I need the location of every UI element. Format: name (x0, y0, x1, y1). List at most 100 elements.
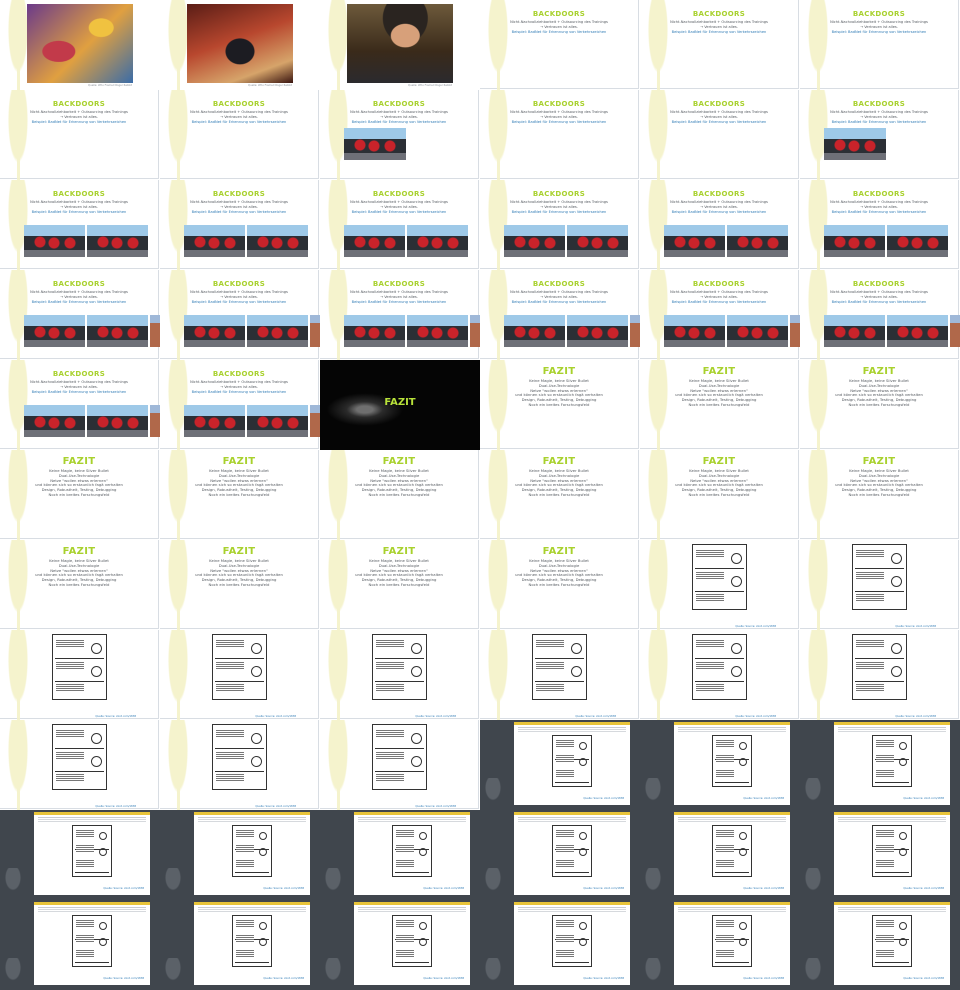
body-line-link[interactable]: Beispiel: BadNet für Erkennung von Verke… (174, 300, 304, 305)
slide-thumbnail[interactable]: BACKDOORS Nicht-Nachvollziehbarkeit + Out… (160, 360, 320, 450)
body-line-link[interactable]: Beispiel: BadNet für Erkennung von Verke… (814, 300, 944, 305)
slide-thumbnail[interactable]: BACKDOORS Nicht-Nachvollziehbarkeit + Out… (480, 90, 640, 180)
slide-thumbnail[interactable]: FAZIT Keine Magie, keine Silver Bullet Dua… (800, 450, 960, 540)
slide-thumbnail[interactable]: Quelle: Source: xkcd.com/1838 (800, 810, 960, 900)
body-line-link[interactable]: Beispiel: BadNet für Erkennung von Verke… (14, 300, 144, 305)
slide-thumbnail[interactable]: BACKDOORS Nicht-Nachvollziehbarkeit + Out… (0, 360, 160, 450)
body-line-link[interactable]: Beispiel: BadNet für Erkennung von Verke… (174, 120, 304, 125)
slide-thumbnail[interactable]: Quelle: Source: xkcd.com/1838 (160, 810, 320, 900)
slide-thumbnail[interactable]: BACKDOORS Nicht-Nachvollziehbarkeit + Out… (480, 270, 640, 360)
slide-thumbnail[interactable]: BACKDOORS Nicht-Nachvollziehbarkeit + Out… (800, 180, 960, 270)
body-line-link[interactable]: Beispiel: BadNet für Erkennung von Verke… (494, 30, 624, 35)
image-source-link[interactable]: Quelle: Source: xkcd.com/1838 (263, 977, 304, 980)
slide-thumbnail[interactable]: Quelle: Source: xkcd.com/1838 (320, 900, 480, 990)
image-source-link[interactable]: Quelle: Source: xkcd.com/1838 (895, 625, 936, 628)
slide-thumbnail[interactable]: Quelle: Source: xkcd.com/1838 (320, 630, 480, 720)
slide-thumbnail[interactable]: FAZIT Keine Magie, keine Silver Bullet Dua… (320, 540, 480, 630)
image-source-link[interactable]: Quelle: Source: xkcd.com/1838 (735, 625, 776, 628)
slide-thumbnail[interactable]: BACKDOORS Nicht-Nachvollziehbarkeit + Out… (320, 90, 480, 180)
body-line-link[interactable]: Beispiel: BadNet für Erkennung von Verke… (654, 300, 784, 305)
image-source-link[interactable]: Quelle: Source: xkcd.com/1838 (743, 797, 784, 800)
body-line-link[interactable]: Beispiel: BadNet für Erkennung von Verke… (334, 120, 464, 125)
slide-thumbnail[interactable]: Quelle: Source: xkcd.com/1838 (480, 630, 640, 720)
image-source-link[interactable]: Quelle: Source: xkcd.com/1838 (903, 797, 944, 800)
slide-thumbnail[interactable]: Quelle: Source: xkcd.com/1838 (800, 900, 960, 990)
slide-thumbnail[interactable]: BACKDOORS Nicht-Nachvollziehbarkeit + Out… (640, 180, 800, 270)
body-line-link[interactable]: Beispiel: BadNet für Erkennung von Verke… (654, 210, 784, 215)
image-source-link[interactable]: Quelle: Source: xkcd.com/1838 (95, 715, 136, 718)
body-line-link[interactable]: Beispiel: BadNet für Erkennung von Verke… (14, 390, 144, 395)
slide-thumbnail[interactable]: Quelle: Source: xkcd.com/1838 (320, 810, 480, 900)
slide-thumbnail[interactable]: Quelle: Source: xkcd.com/1838 (640, 900, 800, 990)
slide-thumbnail[interactable]: FAZIT (320, 360, 480, 450)
slide-thumbnail[interactable]: Quelle: Source: xkcd.com/1838 (640, 810, 800, 900)
slide-thumbnail[interactable]: FAZIT Keine Magie, keine Silver Bullet Dua… (0, 450, 160, 540)
slide-thumbnail[interactable]: Quelle: Source: xkcd.com/1838 (800, 630, 960, 720)
slide-thumbnail[interactable]: Quelle: Source: xkcd.com/1838 (0, 720, 160, 810)
slide-thumbnail[interactable]: BACKDOORS Nicht-Nachvollziehbarkeit + Out… (640, 0, 800, 90)
body-line-link[interactable]: Beispiel: BadNet für Erkennung von Verke… (494, 120, 624, 125)
slide-thumbnail[interactable]: FAZIT Keine Magie, keine Silver Bullet Dua… (640, 360, 800, 450)
slide-thumbnail[interactable]: FAZIT Keine Magie, keine Silver Bullet Dua… (480, 540, 640, 630)
slide-thumbnail[interactable]: BACKDOORS Nicht-Nachvollziehbarkeit + Out… (320, 270, 480, 360)
slide-thumbnail[interactable]: BACKDOORS Nicht-Nachvollziehbarkeit + Out… (800, 270, 960, 360)
image-source-link[interactable]: Quelle: Source: xkcd.com/1838 (903, 887, 944, 890)
slide-thumbnail[interactable]: Quelle: Source: xkcd.com/1838 (0, 630, 160, 720)
image-source-link[interactable]: Quelle: Source: xkcd.com/1838 (743, 977, 784, 980)
slide-thumbnail[interactable]: Quelle: Source: xkcd.com/1838 (480, 810, 640, 900)
image-source-link[interactable]: Quelle: Source: xkcd.com/1838 (575, 715, 616, 718)
slide-thumbnail[interactable]: FAZIT Keine Magie, keine Silver Bullet Dua… (160, 450, 320, 540)
body-line-link[interactable]: Beispiel: BadNet für Erkennung von Verke… (814, 210, 944, 215)
image-source-link[interactable]: Quelle: Source: xkcd.com/1838 (735, 715, 776, 718)
slide-thumbnail[interactable]: Quelle: Source: xkcd.com/1838 (160, 630, 320, 720)
image-source-link[interactable]: Quelle: Source: xkcd.com/1838 (903, 977, 944, 980)
image-source-link[interactable]: Quelle: Source: xkcd.com/1838 (103, 887, 144, 890)
slide-thumbnail[interactable]: BACKDOORS Nicht-Nachvollziehbarkeit + Out… (160, 180, 320, 270)
slide-thumbnail[interactable]: Quelle: Source: xkcd.com/1838 (800, 720, 960, 810)
slide-thumbnail[interactable]: Quelle: Who Framed Roger Rabbit (160, 0, 320, 90)
body-line-link[interactable]: Beispiel: BadNet für Erkennung von Verke… (174, 390, 304, 395)
slide-thumbnail[interactable]: Quelle: Source: xkcd.com/1838 (320, 720, 480, 810)
slide-thumbnail[interactable]: BACKDOORS Nicht-Nachvollziehbarkeit + Out… (320, 180, 480, 270)
slide-thumbnail[interactable]: BACKDOORS Nicht-Nachvollziehbarkeit + Out… (160, 270, 320, 360)
slide-thumbnail[interactable]: BACKDOORS Nicht-Nachvollziehbarkeit + Out… (800, 0, 960, 90)
slide-thumbnail[interactable]: Quelle: Who Framed Roger Rabbit (0, 0, 160, 90)
slide-thumbnail[interactable]: FAZIT Keine Magie, keine Silver Bullet Dua… (0, 540, 160, 630)
body-line-link[interactable]: Beispiel: BadNet für Erkennung von Verke… (334, 300, 464, 305)
body-line-link[interactable]: Beispiel: BadNet für Erkennung von Verke… (654, 120, 784, 125)
image-source-link[interactable]: Quelle: Source: xkcd.com/1838 (415, 805, 456, 808)
image-source-link[interactable]: Quelle: Source: xkcd.com/1838 (583, 797, 624, 800)
slide-thumbnail[interactable]: BACKDOORS Nicht-Nachvollziehbarkeit + Out… (0, 270, 160, 360)
slide-thumbnail[interactable]: BACKDOORS Nicht-Nachvollziehbarkeit + Out… (480, 180, 640, 270)
slide-thumbnail[interactable]: FAZIT Keine Magie, keine Silver Bullet Dua… (800, 360, 960, 450)
image-source-link[interactable]: Quelle: Source: xkcd.com/1838 (103, 977, 144, 980)
slide-thumbnail[interactable]: Quelle: Source: xkcd.com/1838 (800, 540, 960, 630)
image-source-link[interactable]: Quelle: Source: xkcd.com/1838 (423, 977, 464, 980)
image-source-link[interactable]: Quelle: Source: xkcd.com/1838 (95, 805, 136, 808)
image-source-link[interactable]: Quelle: Source: xkcd.com/1838 (743, 887, 784, 890)
body-line-link[interactable]: Beispiel: BadNet für Erkennung von Verke… (494, 300, 624, 305)
slide-thumbnail[interactable]: BACKDOORS Nicht-Nachvollziehbarkeit + Out… (480, 0, 640, 90)
body-line-link[interactable]: Beispiel: BadNet für Erkennung von Verke… (14, 120, 144, 125)
image-source-link[interactable]: Quelle: Source: xkcd.com/1838 (415, 715, 456, 718)
slide-thumbnail[interactable]: Quelle: Source: xkcd.com/1838 (0, 810, 160, 900)
slide-thumbnail[interactable]: Quelle: Who Framed Roger Rabbit (320, 0, 480, 90)
slide-thumbnail[interactable]: BACKDOORS Nicht-Nachvollziehbarkeit + Out… (0, 180, 160, 270)
slide-thumbnail[interactable]: Quelle: Source: xkcd.com/1838 (640, 630, 800, 720)
body-line-link[interactable]: Beispiel: BadNet für Erkennung von Verke… (654, 30, 784, 35)
slide-thumbnail[interactable]: FAZIT Keine Magie, keine Silver Bullet Dua… (320, 450, 480, 540)
slide-thumbnail[interactable]: Quelle: Source: xkcd.com/1838 (160, 720, 320, 810)
slide-thumbnail[interactable]: BACKDOORS Nicht-Nachvollziehbarkeit + Out… (800, 90, 960, 180)
slide-thumbnail[interactable]: Quelle: Source: xkcd.com/1838 (640, 540, 800, 630)
slide-thumbnail[interactable]: Quelle: Source: xkcd.com/1838 (480, 720, 640, 810)
body-line-link[interactable]: Beispiel: BadNet für Erkennung von Verke… (174, 210, 304, 215)
slide-thumbnail[interactable]: BACKDOORS Nicht-Nachvollziehbarkeit + Out… (160, 90, 320, 180)
slide-thumbnail[interactable]: FAZIT Keine Magie, keine Silver Bullet Dua… (480, 450, 640, 540)
image-source-link[interactable]: Quelle: Source: xkcd.com/1838 (263, 887, 304, 890)
slide-thumbnail[interactable]: FAZIT Keine Magie, keine Silver Bullet Dua… (480, 360, 640, 450)
body-line-link[interactable]: Beispiel: BadNet für Erkennung von Verke… (494, 210, 624, 215)
slide-thumbnail[interactable]: FAZIT Keine Magie, keine Silver Bullet Dua… (640, 450, 800, 540)
slide-thumbnail[interactable]: FAZIT Keine Magie, keine Silver Bullet Dua… (160, 540, 320, 630)
image-source-link[interactable]: Quelle: Source: xkcd.com/1838 (255, 805, 296, 808)
body-line-link[interactable]: Beispiel: BadNet für Erkennung von Verke… (14, 210, 144, 215)
